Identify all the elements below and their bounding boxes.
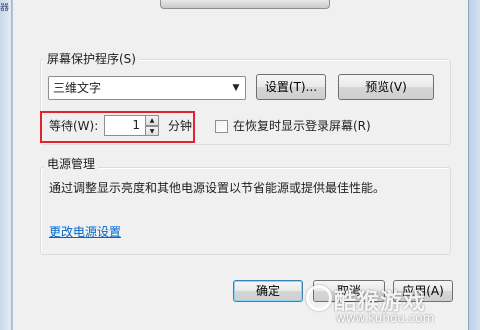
change-power-settings-link[interactable]: 更改电源设置 (49, 224, 121, 240)
wait-label: 等待(W): (49, 119, 99, 133)
power-management-title: 电源管理 (44, 157, 99, 171)
wait-unit-label: 分钟 (168, 119, 193, 133)
wait-minutes-value[interactable]: 1 (104, 117, 140, 133)
resume-login-label[interactable]: 在恢复时显示登录屏幕(R) (233, 119, 371, 134)
chevron-down-icon[interactable]: ▼ (229, 80, 243, 96)
resume-login-checkbox[interactable] (215, 120, 228, 133)
power-management-description: 通过调整显示亮度和其他电源设置以节省能源或提供最佳性能。 (49, 181, 386, 195)
preview-monitor-stand (160, 0, 330, 9)
watermark-logo-icon (306, 285, 332, 311)
screen-saver-selected-value: 三维文字 (53, 81, 102, 95)
spin-down-icon[interactable]: ▼ (145, 126, 159, 136)
settings-button[interactable]: 设置(T)... (256, 74, 326, 100)
ok-button[interactable]: 确定 (233, 280, 303, 302)
truncated-window-text: 器 (0, 3, 10, 13)
watermark-url: www.kuhou.com (336, 311, 435, 325)
desktop-left-edge (0, 0, 12, 330)
preview-button[interactable]: 预览(V) (338, 74, 434, 100)
spin-up-icon[interactable]: ▲ (145, 115, 159, 126)
screen-saver-group-title: 屏幕保护程序(S) (44, 52, 139, 66)
window-frame-right (468, 0, 480, 330)
